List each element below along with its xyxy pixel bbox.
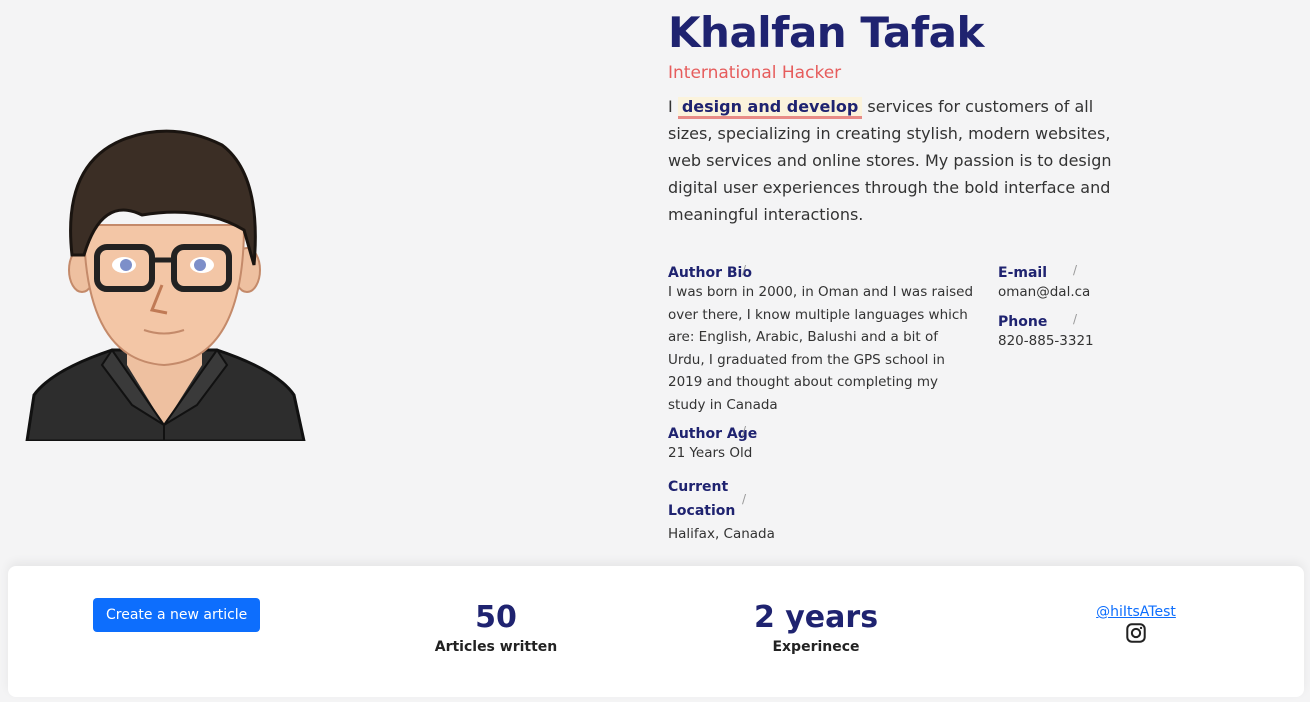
details-left: Author Bio / I was born in 2000, in Oman …	[668, 262, 998, 545]
avatar	[25, 129, 306, 441]
separator: /	[1073, 311, 1078, 326]
phone-label: Phone /	[998, 312, 1077, 330]
location-label: Current Location /	[668, 475, 746, 523]
articles-label: Articles written	[434, 639, 558, 655]
location-label-text: Current Location	[668, 478, 736, 519]
bio-label: Author Bio /	[668, 263, 752, 281]
social: @hiItsATest	[1095, 601, 1177, 648]
experience-value: 2 years	[753, 600, 879, 635]
email-label: E-mail /	[998, 263, 1077, 281]
bio-value: I was born in 2000, in Oman and I was ra…	[668, 284, 974, 413]
stats-card: Create a new article 50 Articles written…	[8, 566, 1304, 697]
intro-highlight: design and develop	[677, 97, 863, 119]
bio-label-text: Author Bio	[668, 265, 752, 281]
articles-value: 50	[475, 600, 517, 635]
email-label-text: E-mail	[998, 265, 1048, 281]
phone-label-text: Phone	[998, 313, 1048, 330]
age-label: Author Age /	[668, 424, 757, 442]
separator: /	[742, 491, 747, 506]
separator: /	[742, 424, 747, 438]
separator: /	[1073, 263, 1078, 277]
create-article-button[interactable]: Create a new article	[93, 598, 261, 632]
separator: /	[742, 263, 747, 277]
experience-stat: 2 years Experinece	[716, 600, 916, 655]
articles-stat: 50 Articles written	[396, 600, 596, 655]
author-name: Khalfan Tafak	[668, 8, 984, 57]
phone-value: 820-885-3321	[998, 332, 1094, 349]
author-role: International Hacker	[668, 63, 842, 83]
instagram-handle-link[interactable]: @hiItsATest	[1096, 604, 1176, 620]
age-value: 21 Years Old	[668, 445, 753, 461]
details-right: E-mail / oman@dal.ca Phone / 820-885-3321	[998, 262, 1094, 545]
intro-text: I design and develop services for custom…	[668, 93, 1128, 228]
email-value: oman@dal.ca	[998, 284, 1091, 300]
intro-prefix: I	[668, 97, 678, 116]
experience-label: Experinece	[772, 639, 860, 655]
instagram-icon[interactable]	[1095, 622, 1177, 648]
location-value: Halifax, Canada	[668, 525, 775, 542]
